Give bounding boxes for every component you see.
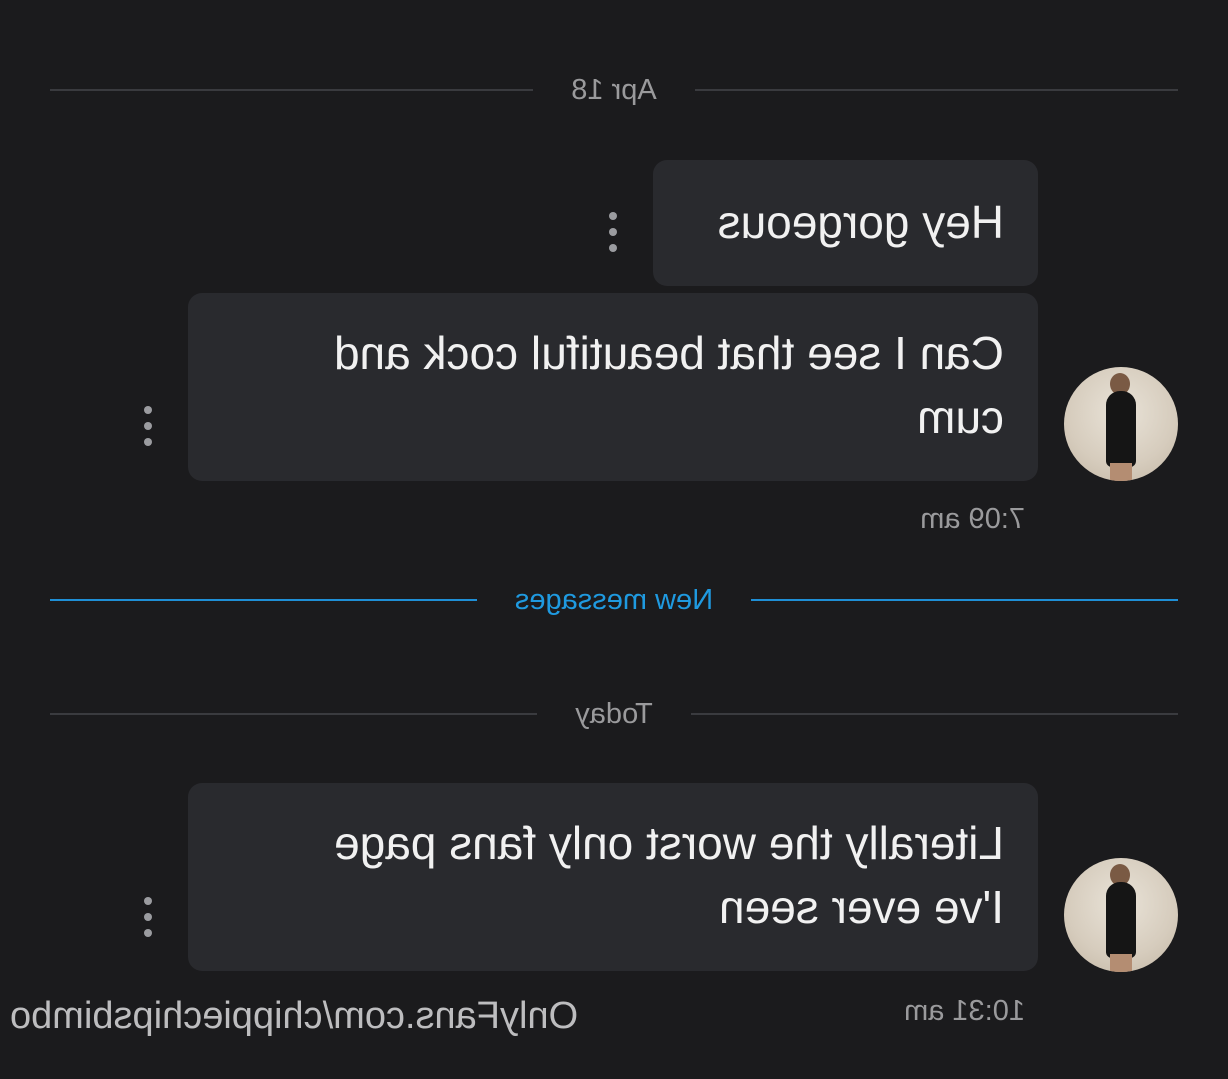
more-vertical-icon[interactable] <box>143 897 153 937</box>
divider-line <box>49 713 538 715</box>
message-bubble[interactable]: Hey gorgeous <box>653 160 1038 286</box>
message-timestamp: 10:31 am <box>904 995 1025 1027</box>
date-label: Today <box>575 697 653 730</box>
more-vertical-icon[interactable] <box>143 406 153 446</box>
message-bubble[interactable]: Literally the worst only fans page I've … <box>188 783 1038 971</box>
date-divider-today: Today <box>49 698 1178 730</box>
divider-line <box>49 89 534 91</box>
new-messages-label: New messages <box>514 583 714 616</box>
date-label: Apr 18 <box>571 73 657 106</box>
chat-screen: Apr 18 Hey gorgeous Can I see that beaut… <box>0 0 1228 1079</box>
message-timestamp: 7:09 am <box>920 503 1025 535</box>
date-divider-apr18: Apr 18 <box>49 74 1178 106</box>
divider-line <box>50 599 477 601</box>
more-vertical-icon[interactable] <box>608 212 618 252</box>
message-bubble[interactable]: Can I see that beautiful cock and cum <box>188 293 1038 481</box>
divider-line <box>751 599 1178 601</box>
watermark: OnlyFans.com/chippiechipsbimbo <box>10 995 579 1037</box>
message-text-line2: I've ever seen <box>719 881 1004 933</box>
divider-line <box>690 713 1178 715</box>
avatar[interactable] <box>1064 367 1178 481</box>
message-text-line1: Can I see that beautiful cock and <box>334 327 1004 379</box>
avatar[interactable] <box>1064 858 1178 972</box>
new-messages-divider: New messages <box>50 584 1178 616</box>
divider-line <box>694 89 1178 91</box>
message-text-line1: Literally the worst only fans page <box>334 817 1004 869</box>
message-text: Hey gorgeous <box>717 196 1004 248</box>
message-text-line2: cum <box>917 391 1004 443</box>
